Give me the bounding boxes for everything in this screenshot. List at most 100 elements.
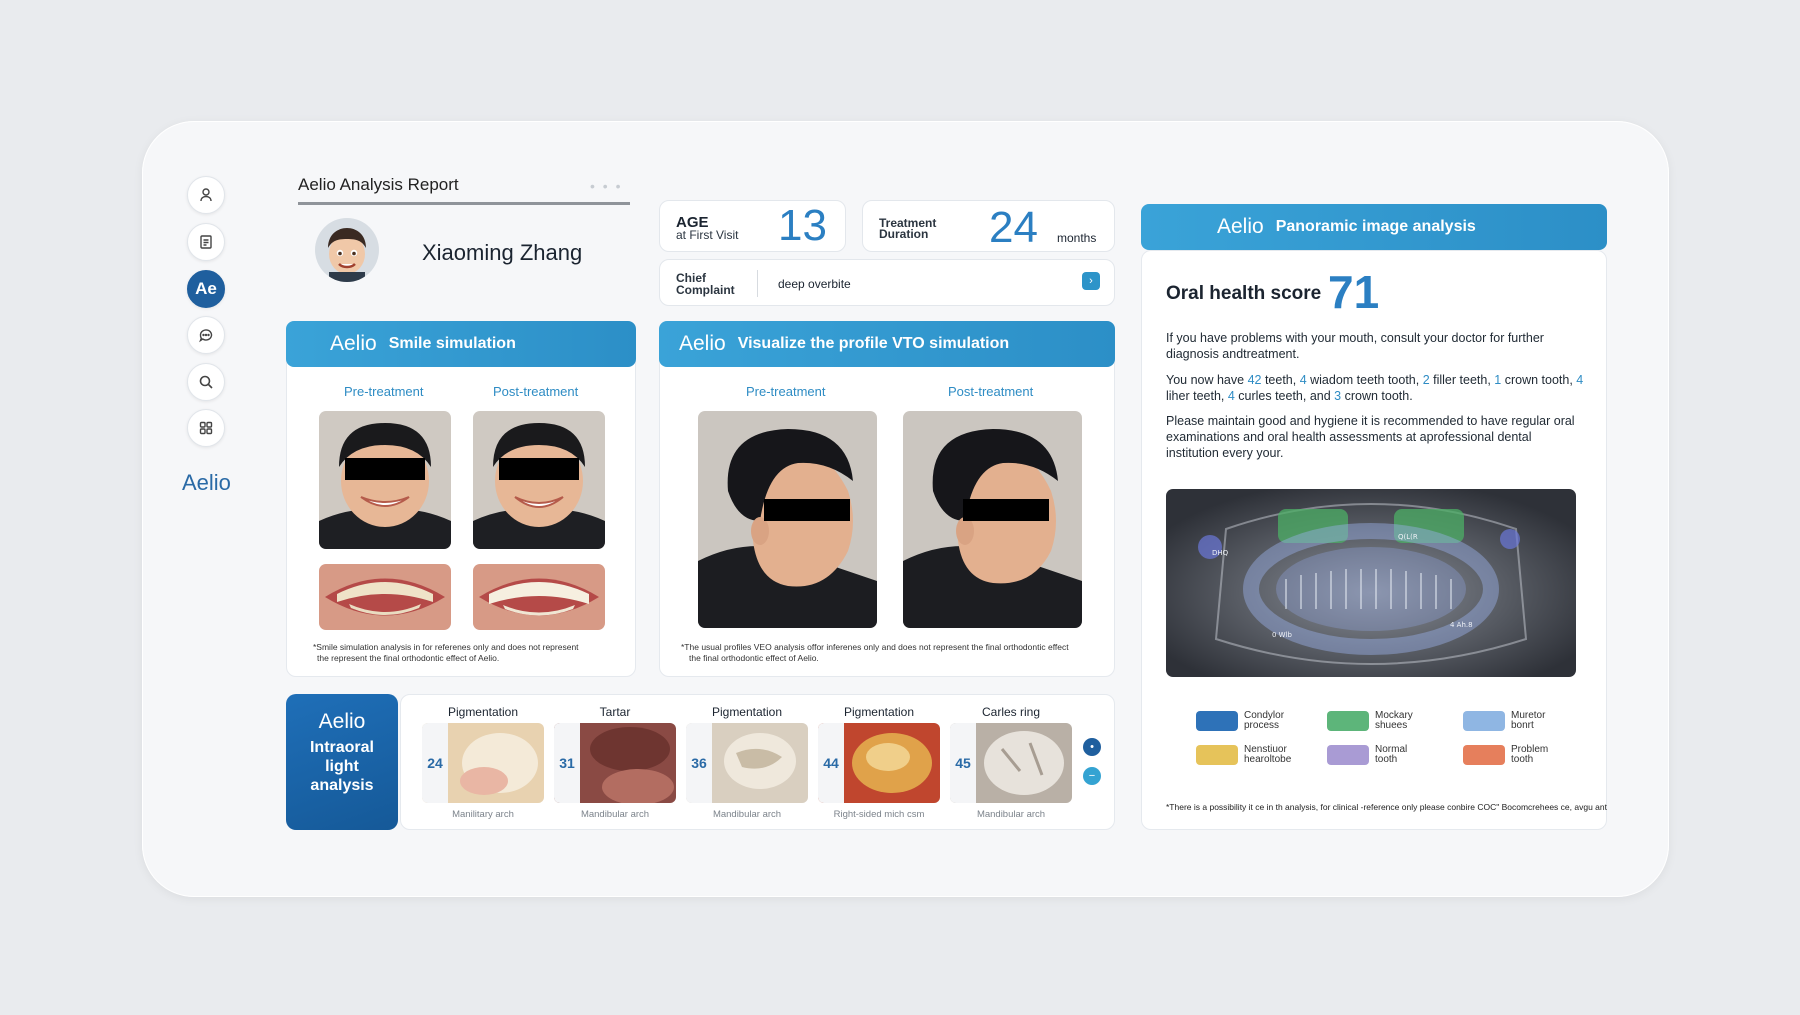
- chief-sublabel: Complaint: [676, 283, 735, 297]
- panoramic-xray-image[interactable]: DHQ Q(L(R 0 Wlb 4 Ah.8: [1166, 489, 1576, 677]
- score-value: 71: [1328, 266, 1380, 318]
- smile-pre-label: Pre-treatment: [344, 384, 424, 399]
- duration-unit: months: [1057, 231, 1097, 245]
- legend-item: Mockary shuees: [1327, 711, 1435, 731]
- legend-text: Normal tooth: [1375, 744, 1408, 765]
- duration-sublabel: Duration: [879, 227, 929, 241]
- tooth-item[interactable]: Pigmentation 36 Mandibular arch: [686, 705, 808, 820]
- tooth-label: Carles ring: [981, 705, 1041, 719]
- sidebar-brand: Aelio: [182, 470, 231, 495]
- vto-brand: Aelio: [679, 332, 726, 355]
- duration-value: 24: [989, 203, 1038, 252]
- tooth-arch: Right-sided mich csm: [833, 809, 925, 820]
- legend-text: Problem tooth: [1511, 744, 1549, 765]
- person-icon[interactable]: [187, 176, 225, 214]
- xray-label: DHQ: [1212, 549, 1229, 557]
- tooth-label: Pigmentation: [711, 705, 783, 719]
- intraoral-title-1: Intraoral: [309, 739, 374, 756]
- tooth-arch: Mandibular arch: [976, 809, 1046, 820]
- legend-swatch: [1327, 745, 1369, 765]
- panoramic-title: Panoramic image analysis: [1275, 218, 1476, 235]
- document-icon[interactable]: [187, 223, 225, 261]
- smile-panel-header: Aelio Smile simulation: [286, 321, 636, 367]
- smile-brand: Aelio: [330, 332, 377, 355]
- divider: [757, 270, 758, 297]
- grid-icon[interactable]: [187, 409, 225, 447]
- vto-pre-profile-photo[interactable]: [698, 411, 877, 628]
- tooth-photo: 45: [950, 723, 1072, 803]
- tooth-arch: Mandibular arch: [712, 809, 782, 820]
- tooth-number: 24: [422, 723, 448, 803]
- legend-swatch: [1196, 711, 1238, 731]
- tooth-arch: Mandibular arch: [580, 809, 650, 820]
- smile-post-label: Post-treatment: [493, 384, 579, 399]
- legend-item: Normal tooth: [1327, 745, 1435, 765]
- tooth-photo: 44: [818, 723, 940, 803]
- legend-item: Muretor bonrt: [1463, 711, 1571, 731]
- tooth-label: Pigmentation: [843, 705, 915, 719]
- tooth-number: 44: [818, 723, 844, 803]
- score-label: Oral health score: [1166, 283, 1322, 304]
- smile-post-face-photo[interactable]: [473, 411, 605, 549]
- tooth-number: 45: [950, 723, 976, 803]
- carousel-prev-button[interactable]: •: [1083, 738, 1101, 756]
- aelio-logo[interactable]: Ae: [187, 270, 225, 308]
- tooth-item[interactable]: Tartar 31 Mandibular arch: [554, 705, 676, 820]
- vto-footnote: *The usual profiles VEO analysis offor i…: [681, 642, 1111, 664]
- chat-icon[interactable]: [187, 316, 225, 354]
- legend-swatch: [1463, 745, 1505, 765]
- search-icon[interactable]: [187, 363, 225, 401]
- vto-post-profile-photo[interactable]: [903, 411, 1082, 628]
- tooth-label: Pigmentation: [447, 705, 519, 719]
- vto-footnote-line2: the final orthodontic effect of Aelio.: [689, 653, 819, 663]
- legend-text: Nenstiuor hearoltobe: [1244, 744, 1292, 765]
- legend-item: Nenstiuor hearoltobe: [1196, 745, 1304, 765]
- xray-label: 4 Ah.8: [1450, 621, 1473, 629]
- advice-paragraph: If you have problems with your mouth, co…: [1166, 331, 1544, 361]
- vto-title: Visualize the profile VTO simulation: [737, 335, 1010, 352]
- title-underline: [298, 202, 630, 205]
- panoramic-disclaimer: *There is a possibility it ce in th anal…: [1166, 802, 1607, 812]
- chief-expand-button[interactable]: ›: [1082, 272, 1100, 290]
- smile-pre-face-photo[interactable]: [319, 411, 451, 549]
- patient-name: Xiaoming Zhang: [422, 240, 583, 265]
- panoramic-brand: Aelio: [1217, 215, 1264, 238]
- tooth-number: 31: [554, 723, 580, 803]
- legend-item: Problem tooth: [1463, 745, 1571, 765]
- legend-swatch: [1327, 711, 1369, 731]
- smile-post-teeth-photo[interactable]: [473, 564, 605, 630]
- smile-footnote-line1: *Smile simulation analysis in for refere…: [313, 642, 579, 652]
- tooth-label: Tartar: [599, 705, 631, 719]
- carousel-next-button[interactable]: −: [1083, 767, 1101, 785]
- legend-text: Mockary shuees: [1375, 710, 1413, 731]
- intraoral-brand: Aelio: [318, 710, 366, 733]
- tooth-item[interactable]: Pigmentation 44 Right-sided mich csm: [818, 705, 940, 820]
- intraoral-badge: Aelio Intraoral light analysis: [286, 694, 398, 830]
- legend-item: Condylor process: [1196, 711, 1304, 731]
- vto-post-label: Post-treatment: [948, 384, 1034, 399]
- chief-value: deep overbite: [778, 277, 851, 291]
- smile-footnote: *Smile simulation analysis in for refere…: [313, 642, 633, 664]
- tooth-photo: 36: [686, 723, 808, 803]
- age-sublabel: at First Visit: [676, 228, 739, 242]
- legend-swatch: [1463, 711, 1505, 731]
- tooth-item[interactable]: Pigmentation 24 Manilitary arch: [422, 705, 544, 820]
- vto-pre-label: Pre-treatment: [746, 384, 826, 399]
- tooth-arch: Manilitary arch: [452, 809, 514, 820]
- xray-label: 0 Wlb: [1272, 631, 1293, 639]
- smile-pre-teeth-photo[interactable]: [319, 564, 451, 630]
- vto-panel-header: Aelio Visualize the profile VTO simulati…: [659, 321, 1115, 367]
- intraoral-title-2: light: [325, 758, 359, 775]
- legend-text: Condylor process: [1244, 710, 1285, 731]
- duration-box: Treatment Duration 24 months: [862, 200, 1115, 252]
- intraoral-title-3: analysis: [310, 777, 374, 794]
- more-icon[interactable]: • • •: [590, 178, 622, 194]
- tooth-item[interactable]: Carles ring 45 Mandibular arch: [950, 705, 1072, 820]
- tooth-number: 36: [686, 723, 712, 803]
- tooth-photo: 24: [422, 723, 544, 803]
- xray-label: Q(L(R: [1398, 533, 1418, 541]
- smile-footnote-line2: the represent the final orthodontic effe…: [317, 653, 500, 663]
- panoramic-panel-header: Aelio Panoramic image analysis: [1141, 204, 1607, 250]
- legend-text: Muretor bonrt: [1511, 710, 1546, 731]
- smile-title: Smile simulation: [388, 335, 516, 352]
